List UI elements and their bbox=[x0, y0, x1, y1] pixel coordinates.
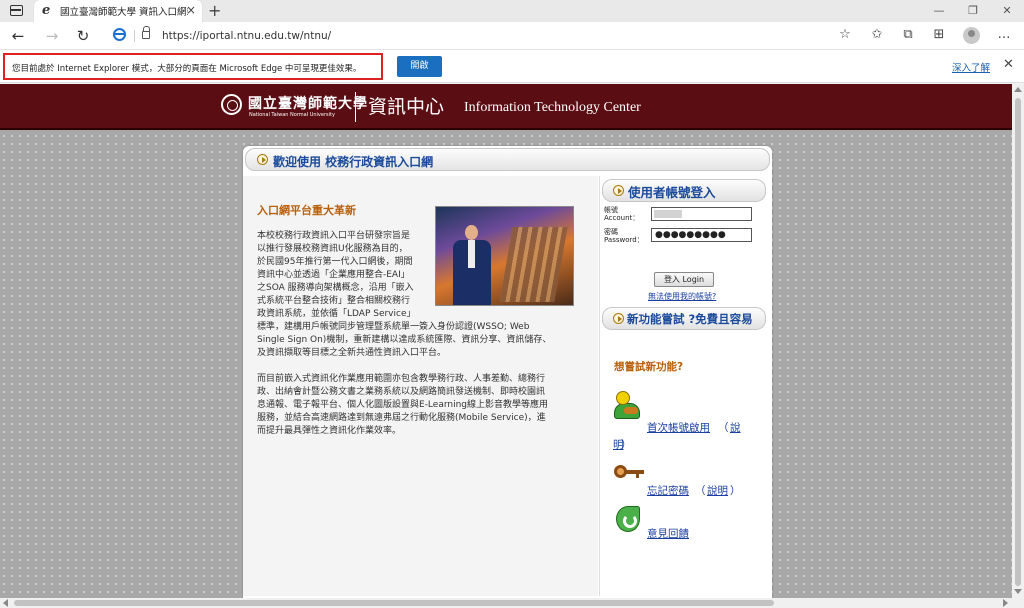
extensions-icon[interactable]: ⊞ bbox=[929, 27, 949, 42]
scroll-thumb[interactable] bbox=[14, 600, 774, 606]
forgot-password-link[interactable]: 忘記密碼 bbox=[647, 483, 689, 498]
ie-mode-icon[interactable] bbox=[113, 28, 126, 41]
scroll-thumb[interactable] bbox=[1015, 98, 1021, 586]
features-title: 新功能嘗試 ?免費且容易 bbox=[627, 312, 753, 326]
scroll-right-icon[interactable] bbox=[1003, 599, 1008, 607]
login-title: 使用者帳號登入 bbox=[628, 185, 716, 200]
first-login-help-close: ） bbox=[621, 439, 632, 451]
close-icon[interactable]: ✕ bbox=[1003, 57, 1014, 72]
forgot-help-close: ） bbox=[730, 485, 741, 497]
page-title: 歡迎使用 校務行政資訊入口網 bbox=[273, 155, 434, 169]
tab-actions-icon[interactable] bbox=[10, 5, 23, 16]
account-input[interactable] bbox=[651, 207, 752, 221]
open-in-edge-button[interactable]: 開啟 bbox=[397, 56, 442, 77]
account-label: 帳號 Account： bbox=[604, 206, 640, 222]
center-name: 資訊中心 bbox=[368, 96, 445, 118]
new-tab-icon[interactable]: + bbox=[208, 1, 221, 20]
minimize-icon[interactable]: — bbox=[922, 0, 956, 22]
login-header: 使用者帳號登入 bbox=[602, 179, 766, 202]
divider bbox=[134, 30, 135, 42]
first-login-help-link[interactable]: 說 bbox=[730, 420, 741, 435]
university-name: 國立臺灣師範大學 bbox=[248, 96, 368, 112]
profile-icon[interactable] bbox=[963, 27, 980, 44]
tab-title: 國立臺灣師範大學 資訊入口網站 bbox=[60, 7, 188, 18]
ie-mode-message-box: 您目前處於 Internet Explorer 模式，大部分的頁面在 Micro… bbox=[3, 53, 383, 80]
scroll-down-icon[interactable] bbox=[1014, 589, 1022, 594]
collections-icon[interactable]: ⧉ bbox=[898, 27, 918, 42]
banner-divider bbox=[355, 92, 356, 122]
learn-more-link[interactable]: 深入了解 bbox=[952, 60, 990, 74]
forgot-password-help-link[interactable]: 說明 bbox=[707, 483, 728, 498]
main-panel: 歡迎使用 校務行政資訊入口網 入口網平台重大革新 本校校務行政資訊入口平台研發宗… bbox=[243, 146, 772, 598]
university-name-en: National Taiwan Normal University bbox=[249, 112, 335, 118]
horizontal-scrollbar[interactable] bbox=[0, 598, 1024, 608]
try-features-title: 想嘗試新功能? bbox=[614, 361, 684, 373]
restore-icon[interactable]: ❐ bbox=[956, 0, 990, 22]
favorites-add-icon[interactable]: ☆ bbox=[835, 27, 855, 42]
password-label: 密碼 Password： bbox=[604, 228, 644, 244]
ie-mode-message: 您目前處於 Internet Explorer 模式，大部分的頁面在 Micro… bbox=[12, 64, 362, 74]
tab-strip: e 國立臺灣師範大學 資訊入口網站 × + — ❐ ✕ bbox=[0, 0, 1024, 22]
back-icon[interactable]: ← bbox=[8, 27, 28, 45]
page-content: 國立臺灣師範大學 National Taiwan Normal Universi… bbox=[0, 84, 1012, 598]
scroll-left-icon[interactable] bbox=[3, 599, 8, 607]
close-tab-icon[interactable]: × bbox=[186, 3, 196, 17]
vertical-scrollbar[interactable] bbox=[1012, 84, 1024, 598]
forward-icon[interactable]: → bbox=[42, 27, 62, 45]
arrow-bullet-icon bbox=[257, 154, 268, 165]
feedback-icon[interactable] bbox=[614, 506, 644, 534]
first-login-link[interactable]: 首次帳號啟用 bbox=[647, 420, 710, 435]
account-activation-icon[interactable] bbox=[614, 391, 644, 421]
password-input[interactable]: ●●●●●●●●● bbox=[651, 228, 752, 242]
close-window-icon[interactable]: ✕ bbox=[990, 0, 1024, 22]
feedback-link[interactable]: 意見回饋 bbox=[647, 526, 689, 541]
scroll-up-icon[interactable] bbox=[1014, 87, 1022, 92]
browser-tab[interactable]: e 國立臺灣師範大學 資訊入口網站 × bbox=[34, 0, 202, 22]
address-bar[interactable]: https://iportal.ntnu.edu.tw/ntnu/ bbox=[162, 30, 331, 42]
arrow-bullet-icon bbox=[613, 185, 624, 196]
browser-toolbar: ← → ↻ https://iportal.ntnu.edu.tw/ntnu/ … bbox=[0, 22, 1024, 50]
ie-mode-bar: 您目前處於 Internet Explorer 模式，大部分的頁面在 Micro… bbox=[0, 50, 1024, 83]
favorites-icon[interactable]: ✩ bbox=[867, 27, 887, 42]
welcome-bar: 歡迎使用 校務行政資訊入口網 bbox=[245, 148, 770, 171]
news-column: 入口網平台重大革新 本校校務行政資訊入口平台研發宗旨是 以推行發展校務資訊U化服… bbox=[243, 176, 598, 596]
site-banner: 國立臺灣師範大學 National Taiwan Normal Universi… bbox=[0, 84, 1012, 130]
login-button[interactable]: 登入 Login bbox=[654, 272, 714, 287]
ie-tab-icon: e bbox=[42, 3, 51, 18]
center-name-en: Information Technology Center bbox=[464, 100, 641, 115]
window-controls: — ❐ ✕ bbox=[922, 0, 1024, 22]
features-header: 新功能嘗試 ?免費且容易 bbox=[602, 307, 766, 330]
university-seal-icon bbox=[221, 94, 242, 115]
sidebar: 使用者帳號登入 帳號 Account： 密碼 Password： ●●●●●●●… bbox=[599, 176, 768, 596]
lock-icon[interactable] bbox=[142, 26, 150, 39]
first-login-help-open: （ bbox=[718, 422, 729, 434]
news-title: 入口網平台重大革新 bbox=[257, 204, 356, 217]
forgot-help-open: （ bbox=[695, 485, 706, 497]
arrow-bullet-icon bbox=[613, 313, 624, 324]
more-icon[interactable]: … bbox=[994, 27, 1014, 42]
reload-icon[interactable]: ↻ bbox=[73, 27, 93, 45]
key-icon[interactable] bbox=[614, 463, 646, 481]
cant-login-link[interactable]: 無法使用我的帳號? bbox=[648, 291, 716, 302]
news-body: 本校校務行政資訊入口平台研發宗旨是 以推行發展校務資訊U化服務為目的， 於民國9… bbox=[257, 231, 552, 436]
